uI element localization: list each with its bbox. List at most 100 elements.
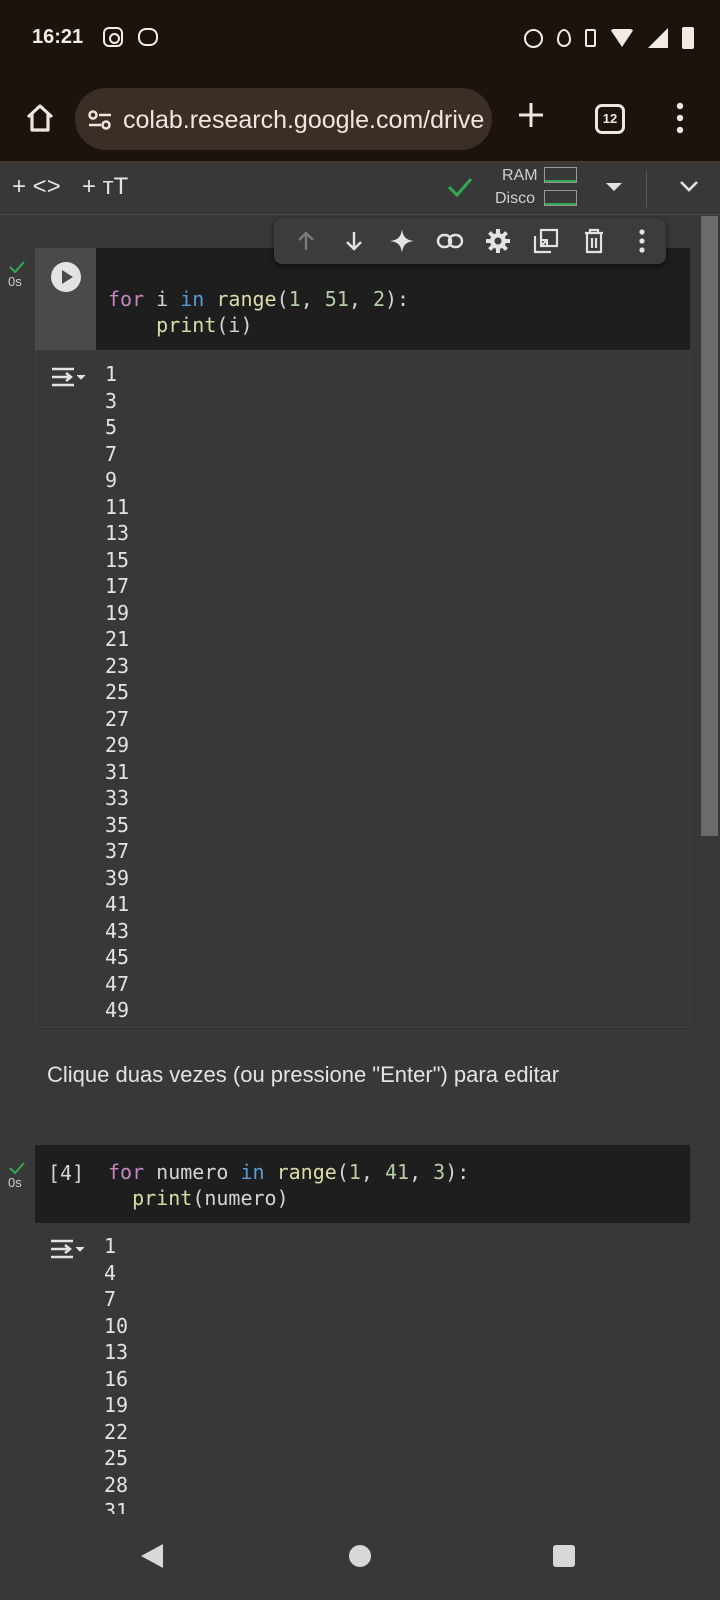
copy-link-button[interactable] (426, 218, 474, 264)
bot-icon (138, 28, 158, 46)
output-line: 43 (105, 918, 130, 943)
output-actions-icon[interactable] (49, 1237, 85, 1261)
gemini-button[interactable] (378, 218, 426, 264)
output-line: 10 (104, 1313, 129, 1338)
output-line: 39 (105, 865, 130, 890)
output-line: 9 (105, 468, 118, 492)
output-line: 15 (105, 547, 130, 572)
execution-count[interactable]: [4] (48, 1161, 84, 1185)
output-lines: 1 3 5 7 9 11 13 15 17 19 21 23 25 27 29 31 33 35 37 39 41 43 4… (36, 351, 689, 1024)
run-cell-button[interactable] (51, 262, 81, 292)
output-line: 47 (105, 971, 130, 996)
output-line: 22 (104, 1419, 129, 1444)
gear-icon (486, 229, 510, 253)
output-line: 11 (105, 494, 130, 519)
code-line: for i in range(1, 51, 2): (108, 287, 410, 311)
new-tab-icon[interactable] (516, 100, 546, 130)
code-line: print(i) (156, 313, 253, 337)
status-bar: 16:21 (0, 0, 720, 78)
output-lines: 1 4 7 10 13 16 19 22 25 28 31 (35, 1223, 690, 1514)
move-down-button[interactable] (330, 218, 378, 264)
add-text-button[interactable]: + тT (82, 173, 128, 201)
system-nav-bar (0, 1514, 720, 1600)
cell-toolbar (274, 218, 666, 264)
code-editor[interactable]: [4] for numero in range(1, 41, 3): print… (35, 1145, 690, 1223)
address-bar[interactable]: colab.research.google.com/drive (75, 88, 492, 150)
disk-meter[interactable] (544, 190, 577, 206)
connected-check-icon[interactable] (446, 175, 474, 199)
output-line: 5 (105, 415, 118, 439)
cell-output: 1 4 7 10 13 16 19 22 25 28 31 (35, 1223, 690, 1514)
status-icons (524, 24, 694, 52)
output-line: 7 (104, 1287, 117, 1311)
output-line: 27 (105, 706, 130, 731)
output-line: 31 (104, 1499, 129, 1514)
exec-time: 0s (8, 1175, 22, 1190)
output-line: 49 (105, 998, 130, 1022)
output-line: 19 (105, 600, 130, 625)
move-up-button[interactable] (282, 218, 330, 264)
more-vert-icon (639, 229, 645, 253)
run-gutter (35, 248, 96, 350)
link-icon (436, 233, 464, 249)
code-text[interactable]: for numero in range(1, 41, 3): print(num… (108, 1159, 469, 1211)
output-line: 13 (105, 521, 130, 545)
site-settings-icon[interactable] (87, 109, 113, 131)
more-vert-icon[interactable] (676, 102, 684, 134)
output-actions-icon[interactable] (50, 365, 86, 389)
output-line: 21 (105, 627, 130, 651)
more-actions-button[interactable] (618, 218, 666, 264)
cell-output: 1 3 5 7 9 11 13 15 17 19 21 23 25 27 29 31 33 35 37 39 41 43 4… (35, 350, 690, 1028)
browser-toolbar: colab.research.google.com/drive 12 (0, 78, 720, 162)
code-line: print(numero) (132, 1186, 289, 1210)
output-line: 7 (105, 441, 118, 466)
mirror-cell-icon (533, 228, 559, 254)
check-icon (9, 1162, 25, 1175)
scrollbar[interactable] (701, 216, 718, 836)
output-line: 28 (104, 1472, 129, 1497)
output-line: 17 (105, 574, 130, 598)
output-line: 25 (105, 680, 130, 704)
home-nav-icon[interactable] (349, 1545, 371, 1567)
cell-status: 0s (8, 260, 32, 289)
output-line: 31 (105, 759, 130, 784)
ram-meter[interactable] (544, 167, 577, 183)
output-line: 4 (104, 1260, 117, 1285)
mirror-cell-button[interactable] (522, 218, 570, 264)
ram-label: RAM (502, 167, 538, 184)
instagram-icon (103, 27, 123, 47)
signal-icon (648, 28, 668, 48)
home-icon[interactable] (22, 100, 58, 136)
recents-icon[interactable] (553, 1545, 575, 1567)
output-line: 41 (105, 892, 130, 916)
check-icon (9, 261, 25, 274)
delete-cell-button[interactable] (570, 218, 618, 264)
location-icon (557, 29, 571, 47)
status-time: 16:21 (32, 26, 84, 48)
output-line: 33 (105, 786, 130, 810)
output-line: 16 (104, 1366, 129, 1391)
toolbar-divider (646, 171, 647, 207)
code-cell[interactable]: for i in range(1, 51, 2): print(i) 13 579… (35, 248, 690, 1028)
settings-button[interactable] (474, 218, 522, 264)
add-code-button[interactable]: + <> (12, 173, 61, 201)
output-line: 1 (104, 1234, 117, 1258)
chevron-down-icon[interactable] (678, 175, 700, 197)
trash-icon (585, 228, 603, 254)
output-line: 37 (105, 839, 130, 863)
output-line: 25 (104, 1446, 129, 1470)
runtime-dropdown-icon[interactable] (606, 183, 622, 191)
output-line: 29 (105, 733, 130, 757)
tab-switcher-button[interactable]: 12 (595, 104, 625, 134)
text-cell[interactable]: Clique duas vezes (ou pressione "Enter")… (47, 1062, 559, 1088)
output-line: 23 (105, 653, 130, 678)
exec-time: 0s (8, 274, 22, 289)
back-icon[interactable] (141, 1544, 163, 1568)
disk-label: Disco (495, 190, 536, 207)
code-text[interactable]: for i in range(1, 51, 2): print(i) (108, 286, 409, 338)
output-line: 35 (105, 812, 130, 837)
notebook-area[interactable]: 0s for i in range(1, 51, 2): print(i) 13… (0, 216, 720, 1514)
code-cell[interactable]: [4] for numero in range(1, 41, 3): print… (35, 1145, 690, 1514)
code-line: for numero in range(1, 41, 3): (108, 1160, 470, 1184)
sparkle-icon (390, 229, 414, 253)
